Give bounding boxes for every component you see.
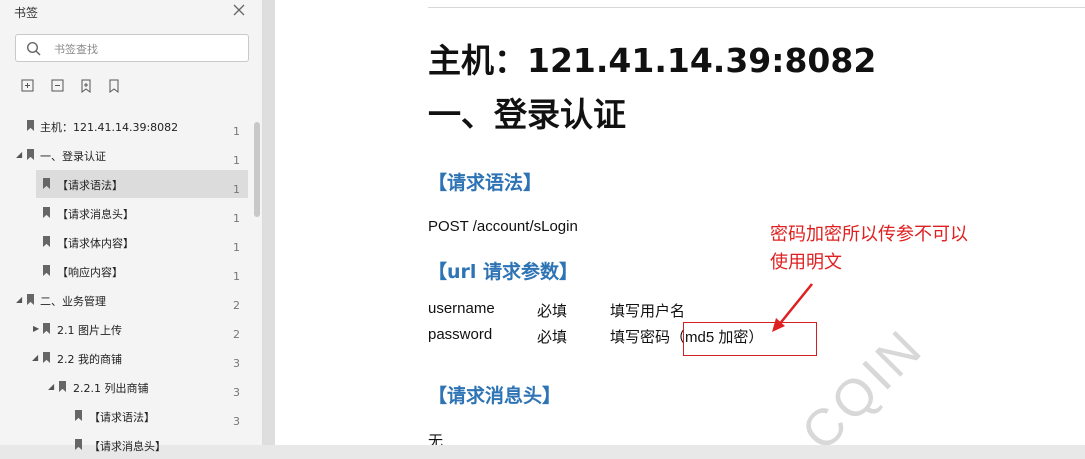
bookmark-item[interactable]: ◢ 2.2.1 列出商铺 3 [0, 373, 250, 401]
annotation-arrow-icon [772, 283, 813, 332]
expand-arrow-icon[interactable]: ▶ [33, 324, 41, 333]
bookmark-item[interactable]: ▶ 2.1 图片上传 2 [0, 315, 250, 343]
bookmark-item-selected[interactable]: 【请求语法】 1 [36, 170, 248, 198]
bookmark-label: 【请求消息头】 [89, 440, 166, 453]
section-request-syntax: 【请求语法】 [428, 172, 543, 194]
bookmark-page: 1 [233, 270, 240, 283]
add-bookmark-icon[interactable] [78, 78, 94, 94]
headers-value: 无 [428, 433, 444, 445]
collapse-arrow-icon[interactable]: ◢ [16, 150, 24, 159]
param-name: username [428, 300, 495, 317]
bookmark-label: 2.1 图片上传 [57, 324, 122, 337]
bookmark-icon [27, 149, 34, 160]
bookmark-page: 3 [233, 386, 240, 399]
bookmark-item[interactable]: 主机：121.41.14.39:8082 1 [0, 112, 250, 140]
bookmark-label: 二、业务管理 [40, 295, 106, 308]
param-required: 必填 [537, 303, 568, 320]
collapse-arrow-icon[interactable]: ◢ [32, 353, 40, 362]
bookmark-icon [27, 120, 34, 131]
annotation-line: 密码加密所以传参不可以 [770, 224, 968, 245]
search-placeholder: 书签查找 [54, 43, 98, 56]
param-required: 必填 [537, 329, 568, 346]
bookmark-page: 3 [233, 415, 240, 428]
bookmark-item[interactable]: 【请求消息头】 [0, 431, 250, 459]
bookmark-page: 1 [233, 183, 240, 196]
bookmark-panel: 书签 书签查找 主机：121.41.14.39:8082 1 ◢ 一、登录认证 … [0, 0, 263, 453]
document-page: 主机：121.41.14.39:8082 一、登录认证 【请求语法】 POST … [275, 0, 1085, 445]
bookmark-icon [43, 352, 50, 363]
request-line: POST /account/sLogin [428, 218, 578, 235]
bookmark-search-input[interactable]: 书签查找 [15, 34, 249, 62]
bookmark-icon [43, 323, 50, 334]
bookmark-icon[interactable] [106, 78, 122, 94]
bookmark-page: 2 [233, 328, 240, 341]
close-icon[interactable] [232, 2, 246, 18]
bookmark-page: 1 [233, 241, 240, 254]
annotation-note: 密码加密所以传参不可以 使用明文 [770, 221, 968, 277]
bookmark-page: 3 [233, 357, 240, 370]
bookmark-label: 【请求消息头】 [57, 208, 134, 221]
collapse-arrow-icon[interactable]: ◢ [48, 382, 56, 391]
param-name: password [428, 326, 493, 343]
param-description: 填写用户名 [610, 303, 686, 320]
search-icon [26, 41, 41, 56]
bookmark-item[interactable]: ◢ 2.2 我的商铺 3 [0, 344, 250, 372]
bookmark-label: 2.2.1 列出商铺 [73, 382, 149, 395]
scrollbar[interactable] [254, 122, 260, 217]
section-request-headers: 【请求消息头】 [428, 385, 562, 407]
panel-title: 书签 [14, 6, 39, 20]
bookmark-item[interactable]: 【响应内容】 1 [0, 257, 250, 285]
bookmark-icon [43, 265, 50, 276]
host-heading: 主机：121.41.14.39:8082 [428, 41, 877, 80]
bookmark-item[interactable]: ◢ 一、登录认证 1 [0, 141, 250, 169]
bookmark-icon [43, 207, 50, 218]
bookmark-icon [43, 236, 50, 247]
bookmark-label: 【请求体内容】 [57, 237, 134, 250]
bookmark-label: 2.2 我的商铺 [57, 353, 122, 366]
bookmark-label: 【请求语法】 [57, 179, 123, 192]
bookmark-icon [75, 410, 82, 421]
bookmark-label: 一、登录认证 [40, 150, 106, 163]
bookmark-label: 主机：121.41.14.39:8082 [40, 121, 179, 134]
bookmark-page: 1 [233, 154, 240, 167]
bookmark-label: 【请求语法】 [89, 411, 155, 424]
bookmark-item[interactable]: 【请求语法】 3 [0, 402, 250, 430]
bookmark-page: 1 [233, 212, 240, 225]
bookmark-page: 2 [233, 299, 240, 312]
expand-all-icon[interactable] [20, 78, 36, 94]
section-url-params: 【url 请求参数】 [428, 261, 579, 283]
login-heading: 一、登录认证 [428, 95, 626, 134]
bookmark-label: 【响应内容】 [57, 266, 123, 279]
page-gap [263, 0, 275, 445]
bookmark-item[interactable]: 【请求体内容】 1 [0, 228, 250, 256]
bookmark-item[interactable]: 【请求消息头】 1 [0, 199, 250, 227]
bookmark-item[interactable]: ◢ 二、业务管理 2 [0, 286, 250, 314]
page-top-rule [428, 7, 1085, 8]
collapse-all-icon[interactable] [50, 78, 66, 94]
bookmark-icon [59, 381, 66, 392]
bookmark-page: 1 [233, 125, 240, 138]
annotation-line: 使用明文 [770, 252, 842, 273]
collapse-arrow-icon[interactable]: ◢ [16, 295, 24, 304]
bookmark-icon [43, 178, 50, 189]
bookmark-icon [27, 294, 34, 305]
